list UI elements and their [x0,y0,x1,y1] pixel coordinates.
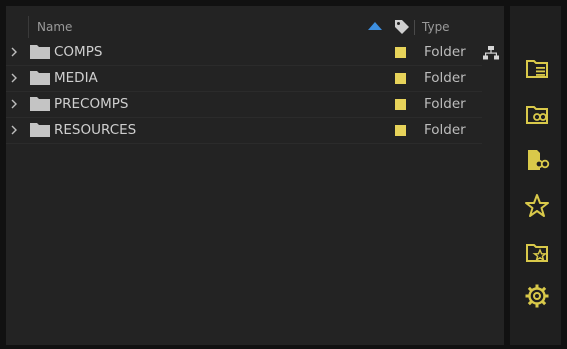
folder-star-icon[interactable] [524,239,550,265]
name-column-header[interactable]: Name [28,16,72,38]
list-item[interactable]: MEDIA Folder [6,66,482,92]
chevron-right-icon[interactable] [10,47,18,57]
chevron-right-icon[interactable] [10,73,18,83]
star-icon[interactable] [524,193,550,219]
list-item[interactable]: COMPS Folder [6,40,482,66]
folder-icon [30,123,50,137]
gear-icon[interactable] [524,283,550,309]
item-name: PRECOMPS [54,96,129,112]
label-color-swatch[interactable] [395,125,406,136]
folder-icon [30,71,50,85]
column-separator[interactable] [414,20,415,35]
item-type: Folder [424,70,466,86]
item-type: Folder [424,44,466,60]
folder-list-icon[interactable] [524,55,550,81]
label-tag-icon[interactable] [394,19,410,35]
sidebar-toolbar [510,6,561,345]
file-search-icon[interactable] [524,147,550,173]
item-name: MEDIA [54,70,98,86]
sort-ascending-icon[interactable] [368,22,382,30]
project-panel: Name Type COMPS Folder MEDIA Folder PREC… [6,6,504,345]
chevron-right-icon[interactable] [10,125,18,135]
chevron-right-icon[interactable] [10,99,18,109]
folder-icon [30,97,50,111]
label-color-swatch[interactable] [395,73,406,84]
item-name: RESOURCES [54,122,137,138]
flowchart-icon[interactable] [483,46,499,60]
list-item[interactable]: RESOURCES Folder [6,118,482,144]
list-item[interactable]: PRECOMPS Folder [6,92,482,118]
item-list: COMPS Folder MEDIA Folder PRECOMPS Folde… [6,40,482,144]
column-header: Name Type [6,16,504,38]
folder-icon [30,45,50,59]
item-type: Folder [424,96,466,112]
folder-search-icon[interactable] [524,101,550,127]
item-name: COMPS [54,44,103,60]
type-column-header[interactable]: Type [422,16,450,38]
label-color-swatch[interactable] [395,99,406,110]
label-color-swatch[interactable] [395,47,406,58]
item-type: Folder [424,122,466,138]
